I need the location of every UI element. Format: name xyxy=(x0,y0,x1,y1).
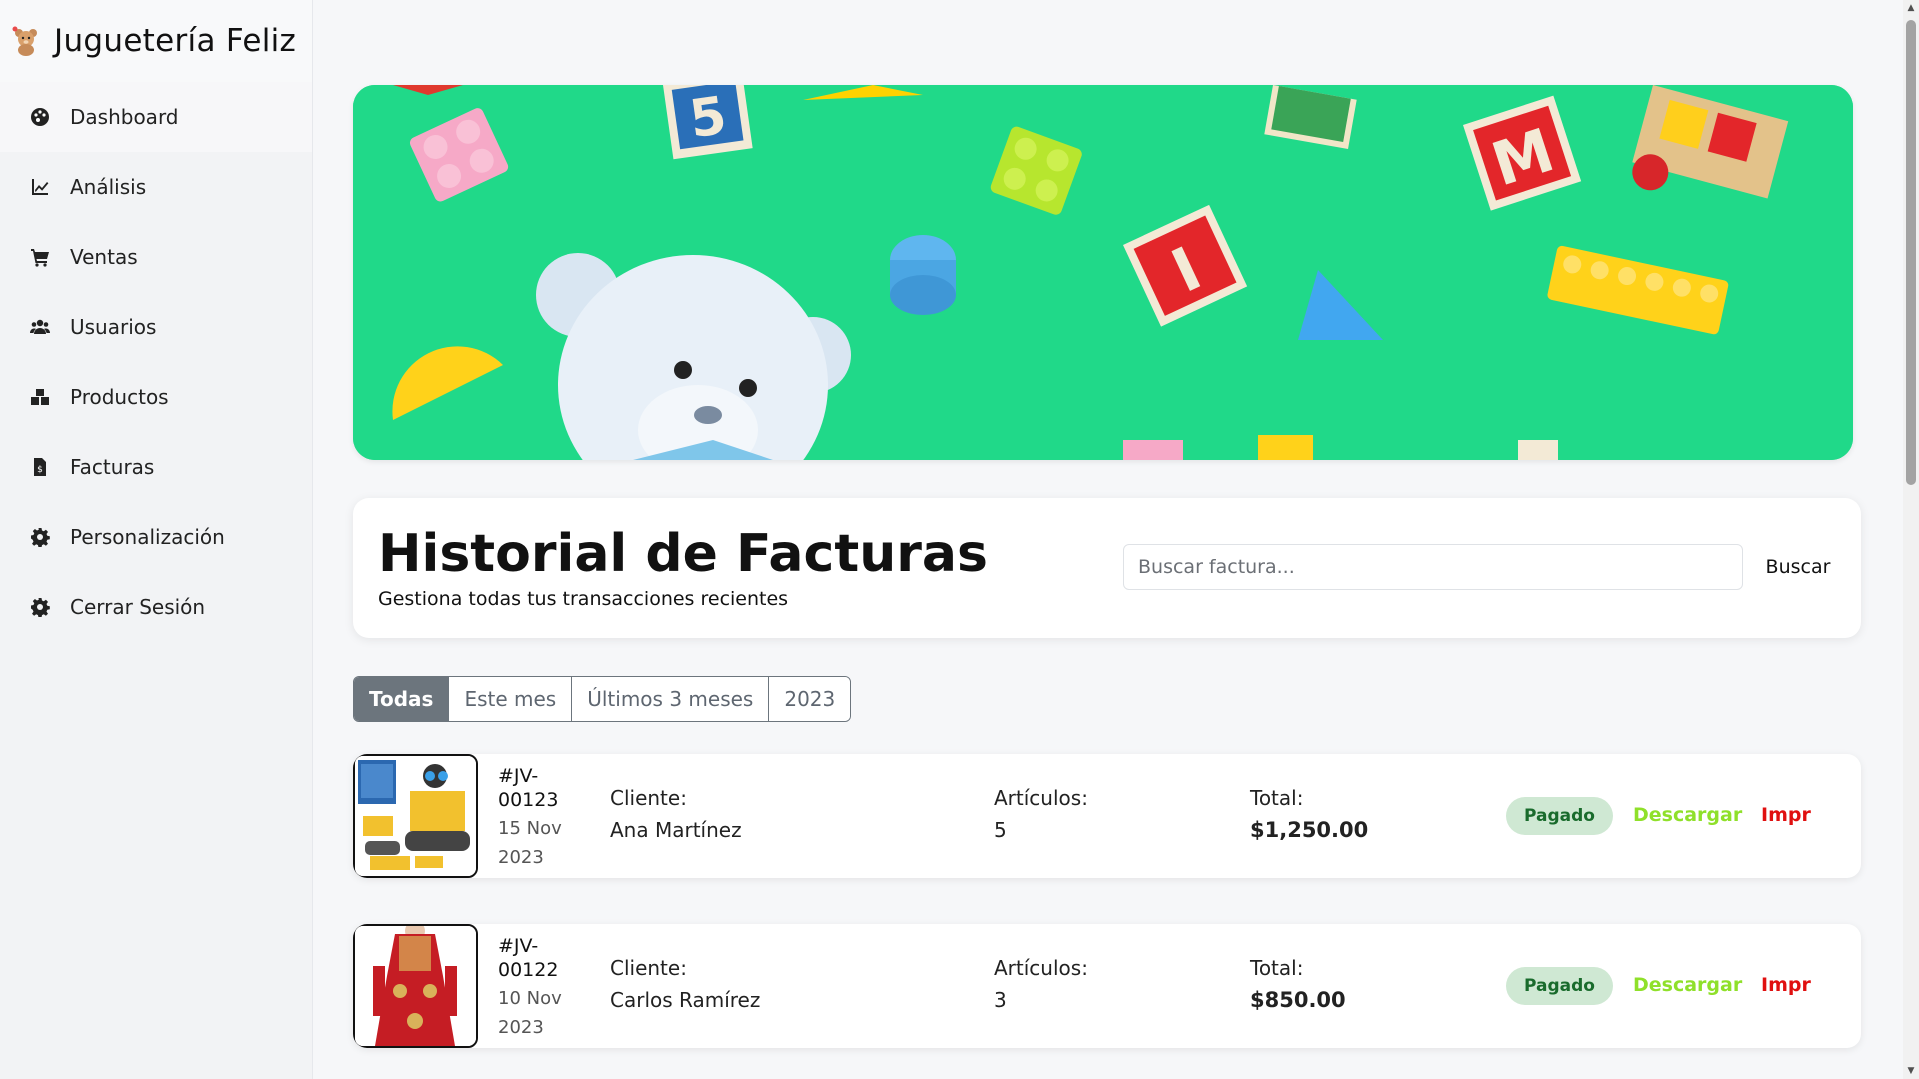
print-button[interactable]: Impr xyxy=(1761,804,1811,826)
filter-last-3-months[interactable]: Últimos 3 meses xyxy=(572,677,770,721)
boxes-icon xyxy=(28,385,52,409)
status-badge: Pagado xyxy=(1506,967,1613,1005)
chart-line-icon xyxy=(28,175,52,199)
print-button[interactable]: Impr xyxy=(1761,974,1811,996)
sidebar-item-cerrar-sesion[interactable]: Cerrar Sesión xyxy=(0,572,312,642)
sidebar-item-label: Usuarios xyxy=(70,315,157,339)
client-label: Cliente: xyxy=(610,956,687,980)
gear-icon xyxy=(28,525,52,549)
sidebar-item-analisis[interactable]: Análisis xyxy=(0,152,312,222)
filter-all[interactable]: Todas xyxy=(354,677,450,721)
total-amount: $1,250.00 xyxy=(1250,818,1369,842)
sidebar-item-label: Facturas xyxy=(70,455,155,479)
status-badge: Pagado xyxy=(1506,797,1613,835)
sidebar-item-usuarios[interactable]: Usuarios xyxy=(0,292,312,362)
sidebar-item-productos[interactable]: Productos xyxy=(0,362,312,432)
items-label: Artículos: xyxy=(994,956,1088,980)
download-button[interactable]: Descargar xyxy=(1633,804,1742,826)
filter-2023[interactable]: 2023 xyxy=(769,677,851,721)
invoices-header-card: Historial de Facturas Gestiona todas tus… xyxy=(353,498,1861,638)
page-subtitle: Gestiona todas tus transacciones recient… xyxy=(378,588,789,610)
sidebar-item-personalizacion[interactable]: Personalización xyxy=(0,502,312,572)
page-scrollbar[interactable]: ▲ ▼ xyxy=(1903,0,1919,1079)
brand-name: Juguetería Feliz xyxy=(54,23,297,59)
users-icon xyxy=(28,315,52,339)
items-count: 3 xyxy=(994,988,1007,1012)
hero-banner-toys-image: 5 M I xyxy=(353,85,1853,460)
invoice-row[interactable]: #JV-00123 15 Nov 2023 Cliente: Ana Martí… xyxy=(353,754,1861,878)
search-input[interactable] xyxy=(1123,544,1743,590)
scrollbar-thumb[interactable] xyxy=(1906,20,1916,485)
client-label: Cliente: xyxy=(610,786,687,810)
invoice-id: #JV-00122 xyxy=(498,935,559,981)
svg-text:$: $ xyxy=(37,465,43,475)
invoice-row[interactable]: #JV-00122 10 Nov 2023 Cliente: Carlos Ra… xyxy=(353,924,1861,1048)
scroll-up-arrow-icon[interactable]: ▲ xyxy=(1903,0,1919,16)
product-thumbnail-dress-image xyxy=(353,924,478,1048)
sidebar-item-label: Ventas xyxy=(70,245,138,269)
palette-icon xyxy=(28,105,52,129)
items-count: 5 xyxy=(994,818,1007,842)
client-name: Carlos Ramírez xyxy=(610,988,761,1012)
scroll-down-arrow-icon[interactable]: ▼ xyxy=(1903,1063,1919,1079)
sidebar-item-label: Cerrar Sesión xyxy=(70,595,206,619)
search-button[interactable]: Buscar xyxy=(1748,544,1848,590)
cart-icon xyxy=(28,245,52,269)
invoice-date: 15 Nov 2023 xyxy=(498,818,562,868)
total-amount: $850.00 xyxy=(1250,988,1346,1012)
filter-this-month[interactable]: Este mes xyxy=(449,677,573,721)
page-title: Historial de Facturas xyxy=(378,524,988,584)
invoice-id: #JV-00123 xyxy=(498,765,559,811)
total-label: Total: xyxy=(1250,956,1304,980)
total-label: Total: xyxy=(1250,786,1304,810)
gear-icon xyxy=(28,595,52,619)
sidebar-item-label: Dashboard xyxy=(70,105,179,129)
main-content: 5 M I Historial de Facturas Gestiona tod… xyxy=(313,0,1903,1079)
items-label: Artículos: xyxy=(994,786,1088,810)
sidebar-item-label: Productos xyxy=(70,385,169,409)
sidebar-item-dashboard[interactable]: Dashboard xyxy=(0,82,312,152)
brand[interactable]: Juguetería Feliz xyxy=(0,0,312,82)
sidebar-item-facturas[interactable]: $ Facturas xyxy=(0,432,312,502)
sidebar: Juguetería Feliz Dashboard Análisis Vent… xyxy=(0,0,313,1079)
sidebar-item-ventas[interactable]: Ventas xyxy=(0,222,312,292)
filter-button-group: Todas Este mes Últimos 3 meses 2023 xyxy=(353,676,852,722)
sidebar-item-label: Personalización xyxy=(70,525,225,549)
product-thumbnail-robot-image xyxy=(353,754,478,878)
client-name: Ana Martínez xyxy=(610,818,742,842)
sidebar-item-label: Análisis xyxy=(70,175,147,199)
invoice-icon: $ xyxy=(28,455,52,479)
teddy-bear-logo xyxy=(10,25,42,57)
invoice-date: 10 Nov 2023 xyxy=(498,988,562,1038)
sidebar-nav: Dashboard Análisis Ventas Usuarios Produ… xyxy=(0,82,312,642)
download-button[interactable]: Descargar xyxy=(1633,974,1742,996)
